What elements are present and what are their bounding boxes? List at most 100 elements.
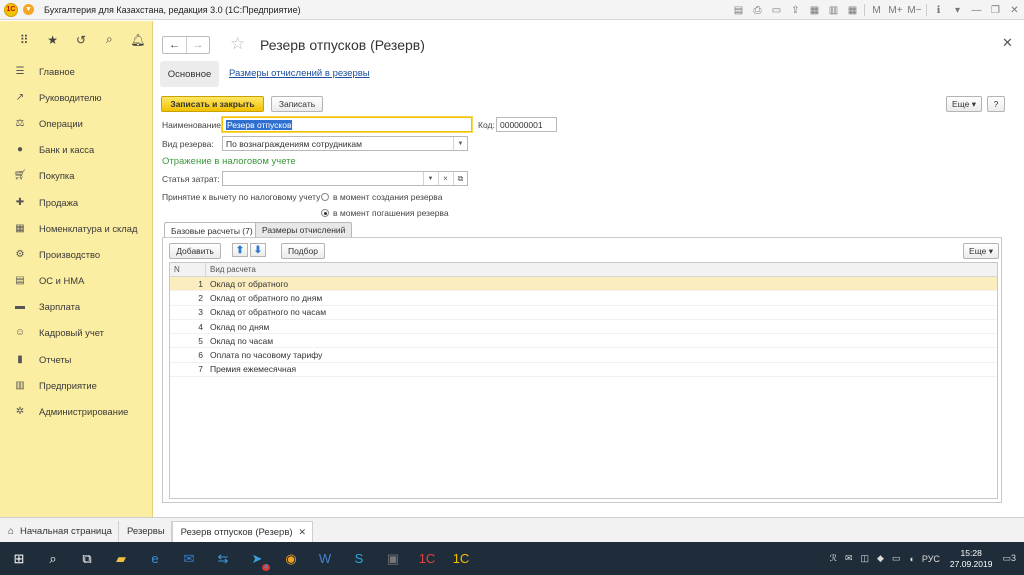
calculator-icon[interactable]: ▥ (825, 3, 842, 17)
main-menu-icon[interactable]: ▼ (23, 4, 34, 15)
file-explorer-icon[interactable]: ▰ (106, 544, 136, 574)
restore-icon[interactable]: ❐ (987, 3, 1004, 17)
sidebar-item[interactable]: ✚ Продажа (0, 189, 152, 215)
radio-on-repayment[interactable]: в момент погашения резерва (321, 208, 449, 218)
language-indicator[interactable]: РУС (922, 554, 940, 564)
memory-mminus-icon[interactable]: M− (906, 3, 923, 17)
radio-circle[interactable] (321, 193, 329, 201)
sidebar-item[interactable]: ▬ Зарплата (0, 294, 152, 320)
sidebar-item[interactable]: ● Банк и касса (0, 137, 152, 163)
save-button[interactable]: Записать (271, 96, 323, 112)
sidebar-item[interactable]: 🛒︎ Покупка (0, 163, 152, 189)
col-header-calc-type[interactable]: Вид расчета (206, 265, 256, 274)
teamviewer-icon[interactable]: ⇆ (208, 544, 238, 574)
search-icon[interactable]: ⌕ (95, 30, 123, 50)
word-icon[interactable]: W (310, 544, 340, 574)
sidebar-item[interactable]: ✲ Администрирование (0, 398, 152, 424)
notifications-icon[interactable]: ▭3 (1002, 553, 1016, 564)
nav-deduction-rates-link[interactable]: Размеры отчислений в резервы (229, 68, 370, 79)
edge-browser-icon[interactable]: e (140, 544, 170, 574)
attach-icon[interactable]: ▦ (806, 3, 823, 17)
dropdown-arrow-icon[interactable]: ▼ (453, 137, 467, 150)
table-row[interactable]: 6 Оплата по часовому тарифу (170, 348, 997, 363)
history-icon[interactable]: ↺ (67, 30, 95, 50)
sidebar-item[interactable]: ☰ Главное (0, 58, 152, 84)
close-tab-icon[interactable]: ✕ (299, 527, 307, 538)
add-button[interactable]: Добавить (169, 243, 221, 259)
name-input[interactable]: Резерв отпусков (222, 117, 472, 132)
reserve-type-select[interactable]: По вознаграждениям сотрудникам ▼ (222, 136, 468, 151)
windows-start-icon[interactable]: ⊞ (4, 544, 34, 574)
info-icon[interactable]: ℹ (930, 3, 947, 17)
nav-main-tab[interactable]: Основное (160, 61, 219, 87)
task-view-icon[interactable]: ⧉ (72, 544, 102, 574)
sidebar-item[interactable]: ↗ Руководителю (0, 84, 152, 110)
outlook-icon[interactable]: ✉ (174, 544, 204, 574)
table-row[interactable]: 4 Оклад по дням (170, 320, 997, 335)
help-button[interactable]: ? (987, 96, 1005, 112)
people-icon[interactable]: ℛ (830, 553, 837, 564)
favorites-star-icon[interactable]: ★ (38, 30, 66, 50)
memory-m-icon[interactable]: M (868, 3, 885, 17)
browser-icon[interactable]: ◉ (276, 544, 306, 574)
tab-deduction-rates[interactable]: Размеры отчислений (255, 222, 353, 237)
skype-icon[interactable]: S (344, 544, 374, 574)
col-header-n[interactable]: N (170, 263, 206, 276)
table-row[interactable]: 3 Оклад от обратного по часам (170, 306, 997, 320)
sidebar-item[interactable]: ☺ Кадровый учет (0, 320, 152, 346)
move-down-arrow-icon[interactable]: ⬇ (250, 243, 266, 257)
sidebar-item[interactable]: ▦ Номенклатура и склад (0, 215, 152, 241)
forward-arrow-icon[interactable]: → (186, 37, 209, 53)
save-and-close-button[interactable]: Записать и закрыть (161, 96, 264, 112)
tray-app-icon[interactable]: ◫ (861, 553, 870, 564)
preview-icon[interactable]: ▭ (768, 3, 785, 17)
search-icon[interactable]: ⌕ (38, 544, 68, 574)
close-window-icon[interactable]: ✕ (1006, 3, 1023, 17)
calendar-icon[interactable]: ▦ (844, 3, 861, 17)
clock[interactable]: 15:28 27.09.2019 (950, 548, 993, 570)
sidebar-item[interactable]: ▤ ОС и НМА (0, 268, 152, 294)
minimize-icon[interactable]: — (968, 3, 985, 17)
tab-base-calculations[interactable]: Базовые расчеты (7) (164, 222, 260, 238)
sidebar-item[interactable]: ⚖ Операции (0, 110, 152, 136)
cost-item-input[interactable]: ▼ × ⧉ (222, 171, 468, 186)
table-row[interactable]: 1 Оклад от обратного (170, 277, 997, 292)
table-row[interactable]: 5 Оклад по часам (170, 334, 997, 349)
memory-mplus-icon[interactable]: M+ (887, 3, 904, 17)
1c-icon[interactable]: 1С (412, 544, 442, 574)
radio-circle[interactable] (321, 209, 329, 217)
table-row[interactable]: 2 Оклад от обратного по дням (170, 291, 997, 306)
save-icon[interactable]: ▤ (730, 3, 747, 17)
volume-icon[interactable]: ◖ (908, 554, 913, 564)
table-row[interactable]: 7 Премия ежемесячная (170, 363, 997, 378)
outlook-tray-icon[interactable]: ✉ (845, 553, 853, 564)
telegram-icon[interactable]: ➤ 4 (242, 544, 272, 574)
radio-on-creation[interactable]: в момент создания резерва (321, 192, 442, 202)
notifications-bell-icon[interactable]: 🔔︎ (124, 30, 152, 50)
add-favorite-star-icon[interactable]: ☆ (230, 34, 245, 54)
1c-active-icon[interactable]: 1С (446, 544, 476, 574)
select-button[interactable]: Подбор (281, 243, 325, 259)
cost-dropdown-icon[interactable]: ▼ (423, 172, 437, 185)
code-input[interactable]: 000000001 (496, 117, 557, 132)
settings-dropdown-icon[interactable]: ▾ (949, 3, 966, 17)
open-window-reserves[interactable]: Резервы (119, 521, 172, 542)
close-form-icon[interactable]: ✕ (1002, 35, 1013, 51)
move-up-arrow-icon[interactable]: ⬆ (232, 243, 248, 257)
open-window-home[interactable]: ⌂ Начальная страница (0, 521, 119, 542)
table-more-button[interactable]: Еще ▾ (963, 243, 999, 259)
back-arrow-icon[interactable]: ← (163, 37, 186, 53)
sidebar-item[interactable]: ⚙ Производство (0, 241, 152, 267)
upload-icon[interactable]: ⇪ (787, 3, 804, 17)
open-window-current[interactable]: Резерв отпусков (Резерв) ✕ (171, 521, 314, 542)
sidebar-item[interactable]: ▥ Предприятие (0, 372, 152, 398)
open-item-icon[interactable]: ⧉ (453, 172, 467, 185)
network-icon[interactable]: ▭ (892, 553, 901, 564)
all-functions-grid-icon[interactable]: ⠿ (10, 30, 38, 50)
more-actions-button[interactable]: Еще ▾ (946, 96, 982, 112)
sidebar-item[interactable]: ▮ Отчеты (0, 346, 152, 372)
app-icon[interactable]: ▣ (378, 544, 408, 574)
tray-app2-icon[interactable]: ◆ (877, 553, 884, 564)
print-icon[interactable]: ⎙ (749, 3, 766, 17)
clear-field-icon[interactable]: × (438, 172, 452, 185)
